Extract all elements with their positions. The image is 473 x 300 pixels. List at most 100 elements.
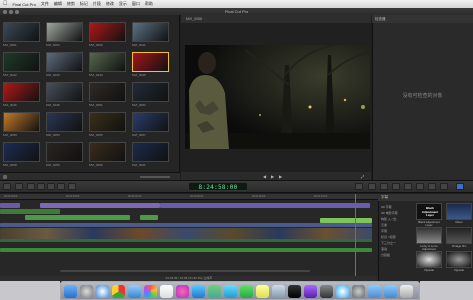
generator-category[interactable]: 3D 电影字幕 [381,211,398,215]
generator-category[interactable]: 字幕 [381,229,387,233]
keyword-icon[interactable] [15,183,23,190]
primary-storyline-clips[interactable] [0,228,372,239]
documents-folder-icon[interactable] [368,285,381,298]
maps-icon[interactable] [208,285,221,298]
zoom-slider[interactable] [140,176,170,178]
primary-storyline-header[interactable] [0,223,372,227]
minimize-icon[interactable] [9,9,13,14]
system-preferences-icon[interactable] [352,285,365,298]
clip-thumbnail[interactable]: MVI_0056 [89,112,126,138]
apple-menu-icon[interactable]:  [3,0,8,8]
generators-browser-icon[interactable] [428,183,436,190]
list-view-icon[interactable] [3,175,7,179]
menu-item[interactable]: 修剪 [67,1,75,7]
effects-browser-icon[interactable] [380,183,388,190]
facetime-icon[interactable] [240,285,253,298]
notes-icon[interactable] [256,285,269,298]
photos-icon[interactable] [144,285,157,298]
trash-icon[interactable] [400,285,413,298]
generator-thumbnail[interactable] [416,227,442,244]
itunes-icon[interactable] [176,285,189,298]
play-icon[interactable]: ▶ [271,174,274,179]
fullscreen-icon[interactable]: ⤢ [361,174,364,179]
menu-item[interactable]: 显示 [119,1,127,7]
title-clip[interactable] [160,203,370,208]
clip-thumbnail[interactable]: MVI_0060 [89,142,126,168]
zoom-icon[interactable] [15,9,19,14]
playhead[interactable] [355,194,356,276]
motion-icon[interactable] [304,285,317,298]
generator-category[interactable]: 滚动 [381,247,387,251]
timeline-scrollbar[interactable] [60,270,310,272]
insert-clip-icon[interactable] [37,183,45,190]
app-store-icon[interactable] [192,285,205,298]
menu-item[interactable]: 标记 [80,1,88,7]
connected-clip[interactable] [0,209,60,214]
generator-category[interactable]: 元素 [381,223,387,227]
timecode-display[interactable]: 8:24:58:00 [188,182,248,191]
chrome-icon[interactable] [112,285,125,298]
safari-icon[interactable] [96,285,109,298]
close-icon[interactable] [3,9,7,14]
generator-thumbnail[interactable] [446,251,472,268]
titles-browser-icon[interactable] [416,183,424,190]
share-icon[interactable] [456,183,464,190]
title-clip[interactable] [40,203,160,208]
generator-thumbnail[interactable] [446,203,472,220]
clip-thumbnail[interactable]: MVI_0057 [132,112,169,138]
generator-category[interactable]: 3D 字幕 [381,205,392,209]
photo-browser-icon[interactable] [392,183,400,190]
connect-clip-icon[interactable] [27,183,35,190]
generator-category[interactable]: 标识 / 标题 [381,235,396,239]
clip-thumbnail[interactable]: MVI_0049 [46,82,83,108]
generator-category[interactable]: 构建 入 / 出 [381,217,396,221]
clip-thumbnail[interactable]: MVI_0052 [132,82,169,108]
rewind-icon[interactable]: ◀ [263,174,266,179]
clip-thumbnail[interactable]: MVI_0053 [3,112,40,138]
menu-item[interactable]: 帮助 [145,1,153,7]
inspector-toggle-icon[interactable] [368,183,376,190]
preview-icon[interactable] [272,285,285,298]
music-browser-icon[interactable] [404,183,412,190]
menu-item[interactable]: 窗口 [132,1,140,7]
generator-thumbnail[interactable] [416,251,442,268]
messages-icon[interactable] [224,285,237,298]
video-frame[interactable] [185,45,370,149]
clip-thumbnail[interactable]: MVI_0054 [46,112,83,138]
generator-category[interactable]: 下三分之一 [381,241,396,245]
menu-item[interactable]: Final Cut Pro [13,2,36,7]
clip-thumbnail[interactable]: MVI_0043 [46,52,83,78]
generator-thumbnail[interactable] [446,227,472,244]
final-cut-icon[interactable] [288,285,301,298]
menu-item[interactable]: 修改 [106,1,114,7]
overwrite-clip-icon[interactable] [57,183,65,190]
menu-item[interactable]: 编辑 [54,1,62,7]
forward-icon[interactable]: ▶ [279,174,282,179]
connected-clip[interactable] [140,215,158,220]
music-track[interactable] [0,248,372,252]
launchpad-icon[interactable] [80,285,93,298]
finder-icon[interactable] [64,285,77,298]
background-task-icon[interactable] [355,183,363,190]
clip-thumbnail[interactable]: MVI_0045 [132,52,169,78]
clip-thumbnail[interactable]: MVI_0033 [89,22,126,48]
compressor-icon[interactable] [320,285,333,298]
menu-item[interactable]: 文件 [41,1,49,7]
clip-thumbnail[interactable]: MVI_0058 [3,142,40,168]
clip-thumbnail[interactable]: MVI_0044 [89,52,126,78]
generator-thumbnail[interactable]: Black Adjustment Layer [416,203,442,220]
clip-thumbnail[interactable]: MVI_0061 [132,142,169,168]
tool-select-icon[interactable] [68,183,76,190]
qq-icon[interactable] [336,285,349,298]
title-clip[interactable] [0,203,20,208]
window-controls[interactable] [3,9,19,14]
clip-thumbnail[interactable]: MVI_0046 [3,82,40,108]
import-icon[interactable] [3,183,11,190]
append-clip-icon[interactable] [47,183,55,190]
downloads-folder-icon[interactable] [384,285,397,298]
clip-thumbnail[interactable]: MVI_0001 [3,22,40,48]
clip-thumbnail[interactable]: MVI_0003 [46,22,83,48]
clip-thumbnail[interactable]: MVI_0059 [46,142,83,168]
mail-icon[interactable] [128,285,141,298]
calendar-icon[interactable] [160,285,173,298]
